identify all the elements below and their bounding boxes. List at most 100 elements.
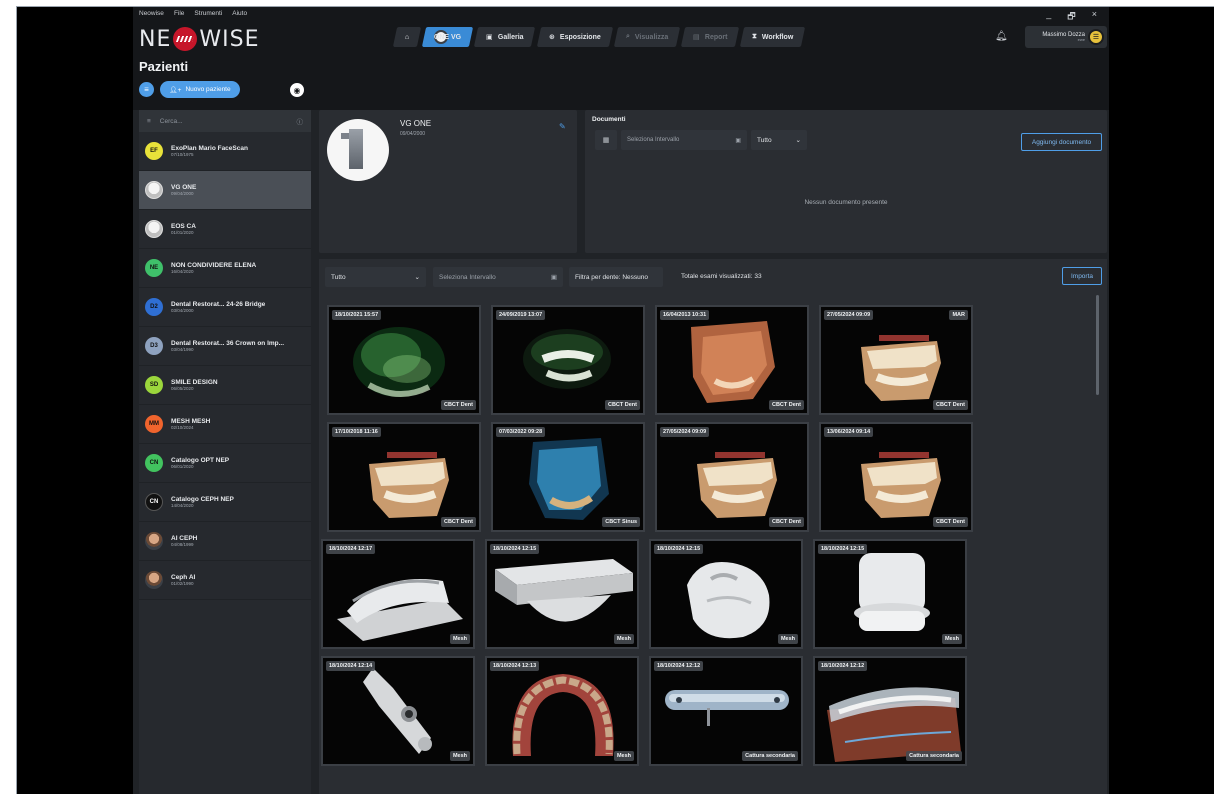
tab-report[interactable]: ▤ Report xyxy=(680,27,740,47)
exam-thumbnail[interactable]: 27/05/2024 09:09 CBCT Dent MAR xyxy=(819,305,973,415)
bell-icon[interactable]: 🔔︎ xyxy=(995,31,1008,42)
exam-date-badge: 18/10/2024 12:13 xyxy=(490,661,540,671)
exam-type-badge: Mesh xyxy=(613,751,634,761)
exam-thumbnail[interactable]: 18/10/2024 12:12 Cattura secondaria xyxy=(649,656,803,766)
new-patient-button[interactable]: 👤︎+ Nuovo paziente xyxy=(160,81,240,98)
exam-thumbnail[interactable]: 18/10/2024 12:12 Cattura secondaria xyxy=(813,656,967,766)
exam-thumbnail[interactable]: 18/10/2024 12:15 Mesh xyxy=(485,539,639,649)
tab-workflow[interactable]: ⧗ Workflow xyxy=(739,27,806,47)
patient-text: NON CONDIVIDERE ELENA 16/04/2020 xyxy=(171,262,256,275)
eye-icon[interactable]: ◉ xyxy=(288,81,306,99)
menu-neowise[interactable]: Neowise xyxy=(139,10,164,22)
tab-one-vg[interactable]: ONE VG xyxy=(422,27,474,47)
menu-aiuto[interactable]: Aiuto xyxy=(232,10,247,22)
patient-list-item[interactable]: MM MESH MESH 02/10/2024 xyxy=(139,405,311,444)
import-button[interactable]: Importa xyxy=(1062,267,1102,285)
tab-esposizione[interactable]: ⊛ Esposizione xyxy=(536,27,613,47)
patient-date: 03/04/2000 xyxy=(171,308,194,314)
exam-date-badge: 27/05/2024 09:09 xyxy=(660,427,710,437)
close-button[interactable]: × xyxy=(1092,9,1097,25)
patient-list-item[interactable]: D2 Dental Restorat... 24-26 Bridge 03/04/2… xyxy=(139,288,311,327)
exam-thumbnail[interactable]: 16/04/2013 10:31 CBCT Dent xyxy=(655,305,809,415)
exam-thumbnail[interactable]: 27/05/2024 09:09 CBCT Dent xyxy=(655,422,809,532)
gallery-scrollbar[interactable] xyxy=(1096,295,1099,395)
exam-thumbnail[interactable]: 07/03/2022 09:28 CBCT Sinus xyxy=(491,422,645,532)
exam-preview-image xyxy=(697,452,777,518)
tooth-filter-button[interactable]: Filtra per dente: Nessuno xyxy=(569,267,663,287)
calendar-icon: ▣ xyxy=(735,137,741,144)
tab-galleria[interactable]: ▣ Galleria xyxy=(474,27,536,47)
exam-filters: Tutto ⌄ Seleziona Intervallo ▣ Filtra per … xyxy=(319,259,1107,293)
patient-avatar: NE xyxy=(145,259,163,277)
patient-list-item[interactable]: EOS CA 01/01/2020 xyxy=(139,210,311,249)
patient-list-item[interactable]: AI CEPH 04/08/1999 xyxy=(139,522,311,561)
exam-preview-image xyxy=(691,321,775,403)
minimize-button[interactable]: _ xyxy=(1046,9,1051,25)
add-document-button[interactable]: Aggiungi documento xyxy=(1021,133,1102,151)
tab-label: ONE VG xyxy=(434,33,462,41)
exam-type-badge: CBCT Dent xyxy=(932,400,968,410)
type-value: Tutto xyxy=(757,136,772,144)
filter-icon[interactable]: ≡ xyxy=(147,118,151,125)
exam-range-input[interactable]: Seleziona Intervallo ▣ xyxy=(433,267,563,287)
patient-list-item[interactable]: CN Catalogo OPT NEP 06/01/2020 xyxy=(139,444,311,483)
list-menu-button[interactable]: ≡ xyxy=(139,82,154,97)
exam-date-badge: 18/10/2024 12:15 xyxy=(490,544,540,554)
tab-label: Visualizza xyxy=(634,33,668,41)
edit-icon[interactable]: ✎ xyxy=(559,122,566,131)
patient-list-item[interactable]: Ceph AI 01/02/1990 xyxy=(139,561,311,600)
exam-thumbnail[interactable]: 18/10/2021 15:57 CBCT Dent xyxy=(327,305,481,415)
patient-list-item[interactable]: SD SMILE DESIGN 06/05/2020 xyxy=(139,366,311,405)
documents-type-select[interactable]: Tutto ⌄ xyxy=(751,130,807,150)
screen-frame: Neowise File Strumenti Aiuto _ 🗗 × NE WI… xyxy=(16,6,1214,794)
exam-thumbnail[interactable]: 17/10/2018 11:16 CBCT Dent xyxy=(327,422,481,532)
exam-date-badge: 18/10/2024 12:15 xyxy=(818,544,868,554)
patient-text: SMILE DESIGN 06/05/2020 xyxy=(171,379,218,392)
tab-visualizza[interactable]: ⌕ Visualizza xyxy=(613,27,680,47)
top-band: Neowise File Strumenti Aiuto _ 🗗 × NE WI… xyxy=(133,7,1109,110)
type-value: Tutto xyxy=(331,273,346,281)
exam-type-badge: CBCT Dent xyxy=(440,400,476,410)
patient-search[interactable]: ≡ Cerca... ⓘ xyxy=(139,110,311,132)
user-menu[interactable]: Massimo Dozza ewe ☰ xyxy=(1025,26,1107,48)
menu-file[interactable]: File xyxy=(174,10,184,22)
range-placeholder: Seleziona Intervallo xyxy=(439,273,496,281)
patient-list-item[interactable]: D3 Dental Restorat... 36 Crown on Imp... 0… xyxy=(139,327,311,366)
patient-avatar xyxy=(327,119,389,181)
patient-name: AI CEPH xyxy=(171,534,198,542)
exam-thumbnail[interactable]: 18/10/2024 12:17 Mesh xyxy=(321,539,475,649)
patient-text: Dental Restorat... 24-26 Bridge 03/04/200… xyxy=(171,301,265,314)
patient-date: 04/08/1999 xyxy=(171,542,194,548)
exam-type-select[interactable]: Tutto ⌄ xyxy=(325,267,426,287)
exam-thumbnail[interactable]: 18/10/2024 12:13 Mesh xyxy=(485,656,639,766)
exam-type-badge: Mesh xyxy=(777,634,798,644)
exam-thumbnail[interactable]: 18/10/2024 12:15 Mesh xyxy=(649,539,803,649)
patient-list-item[interactable]: NE NON CONDIVIDERE ELENA 16/04/2020 xyxy=(139,249,311,288)
exam-preview-image xyxy=(512,674,614,756)
patient-text: Dental Restorat... 36 Crown on Imp... 03/… xyxy=(171,340,284,353)
exam-thumbnail[interactable]: 13/06/2024 09:14 CBCT Dent xyxy=(819,422,973,532)
patient-text: Ceph AI 01/02/1990 xyxy=(171,574,195,587)
calendar-icon[interactable]: ▦ xyxy=(595,130,617,150)
maximize-button[interactable]: 🗗 xyxy=(1067,9,1075,25)
tab-home[interactable]: ⌂ xyxy=(392,27,422,47)
info-icon[interactable]: ⓘ xyxy=(297,116,304,126)
exam-preview-image xyxy=(665,690,789,726)
exam-type-badge: Mesh xyxy=(613,634,634,644)
patient-avatar xyxy=(145,220,163,238)
patient-list-item[interactable]: CN Catalogo CEPH NEP 14/04/2020 xyxy=(139,483,311,522)
documents-range-input[interactable]: Seleziona Intervallo ▣ xyxy=(621,130,747,150)
search-input[interactable]: Cerca... xyxy=(160,118,288,125)
menu-strumenti[interactable]: Strumenti xyxy=(194,10,222,22)
patient-list-item[interactable]: EF ExoPlan Mario FaceScan 07/10/1975 xyxy=(139,132,311,171)
patient-date: 06/01/2020 xyxy=(171,464,194,470)
no-documents-text: Nessun documento presente xyxy=(804,199,888,206)
documents-card: Documenti ▦ Seleziona Intervallo ▣ Tutto ⌄… xyxy=(585,110,1107,253)
exam-thumbnail[interactable]: 24/09/2019 13:07 CBCT Dent xyxy=(491,305,645,415)
patient-text: Catalogo CEPH NEP 14/04/2020 xyxy=(171,496,234,509)
exam-type-badge: Mesh xyxy=(941,634,962,644)
exam-thumbnail[interactable]: 18/10/2024 12:15 Mesh xyxy=(813,539,967,649)
exam-thumbnail[interactable]: 18/10/2024 12:14 Mesh xyxy=(321,656,475,766)
patient-list-item[interactable]: VG ONE 09/04/2000 xyxy=(139,171,311,210)
exam-type-badge: Mesh xyxy=(449,751,470,761)
